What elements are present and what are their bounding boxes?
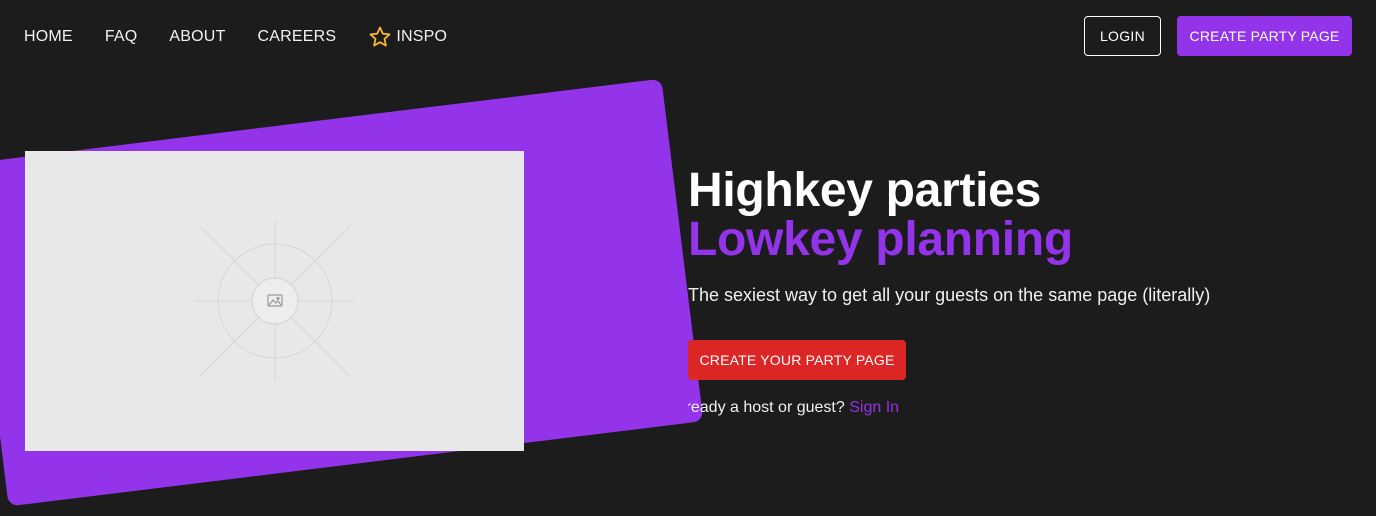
create-party-page-button[interactable]: CREATE PARTY PAGE bbox=[1177, 16, 1352, 56]
hero-title-line1: Highkey parties bbox=[688, 164, 1041, 217]
login-button[interactable]: LOGIN bbox=[1084, 16, 1161, 56]
sign-in-link[interactable]: Sign In bbox=[849, 399, 899, 416]
star-icon bbox=[368, 25, 392, 49]
nav-link-inspo-label: INSPO bbox=[396, 28, 448, 45]
nav-link-careers[interactable]: CAREERS bbox=[258, 26, 337, 48]
nav-link-about[interactable]: ABOUT bbox=[169, 26, 225, 48]
top-nav: HOME FAQ ABOUT CAREERS INSPO LOGIN CREAT… bbox=[0, 0, 1376, 72]
nav-link-faq[interactable]: FAQ bbox=[105, 26, 138, 48]
create-your-party-page-button[interactable]: CREATE YOUR PARTY PAGE bbox=[688, 340, 906, 380]
signin-prompt-row: lready a host or guest? Sign In bbox=[688, 398, 988, 420]
hero-image-placeholder bbox=[25, 151, 524, 451]
nav-link-home[interactable]: HOME bbox=[24, 26, 73, 48]
nav-link-inspo[interactable]: INSPO bbox=[368, 25, 447, 49]
landing-page: HOME FAQ ABOUT CAREERS INSPO LOGIN CREAT… bbox=[0, 0, 1376, 516]
signin-prompt-text: lready a host or guest? bbox=[688, 399, 845, 416]
nav-links: HOME FAQ ABOUT CAREERS INSPO bbox=[24, 25, 479, 49]
image-placeholder-icon bbox=[194, 221, 355, 381]
hero-subtitle: The sexiest way to get all your guests o… bbox=[688, 285, 1211, 305]
hero-title-line2: Lowkey planning bbox=[688, 213, 1073, 266]
